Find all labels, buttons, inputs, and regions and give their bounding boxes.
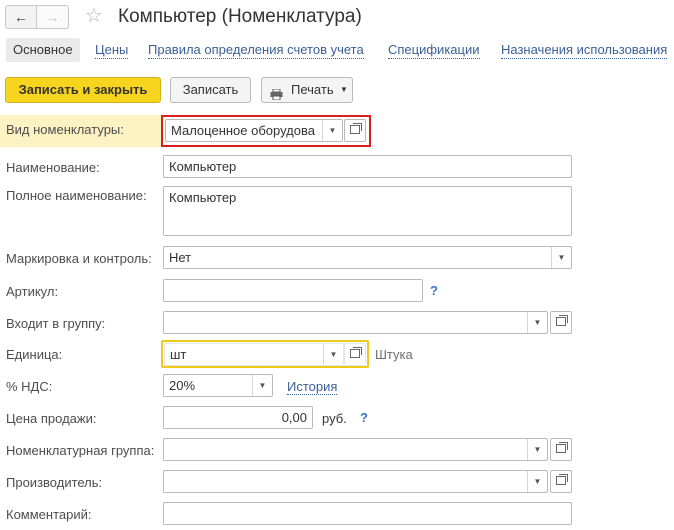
- help-question-icon[interactable]: ?: [430, 283, 438, 298]
- open-window-icon: [350, 123, 362, 134]
- print-button[interactable]: Печать ▼: [261, 77, 353, 103]
- chevron-down-icon[interactable]: ▼: [551, 247, 571, 268]
- open-window-icon: [556, 474, 568, 485]
- tab-specifications[interactable]: Спецификации: [388, 38, 480, 59]
- unit-label: Единица:: [6, 347, 63, 362]
- page-title: Компьютер (Номенклатура): [118, 6, 362, 27]
- unit-select[interactable]: шт ▼: [164, 343, 344, 366]
- unit-fullname: Штука: [375, 347, 413, 362]
- fullname-label: Полное наименование:: [6, 188, 147, 203]
- save-and-close-button[interactable]: Записать и закрыть: [5, 77, 161, 103]
- chevron-down-icon[interactable]: ▼: [527, 471, 547, 492]
- chevron-down-icon[interactable]: ▼: [323, 344, 343, 365]
- printer-icon: [270, 84, 283, 101]
- kind-label: Вид номенклатуры:: [6, 122, 124, 137]
- kind-select[interactable]: Малоценное оборудова ▼: [165, 119, 343, 142]
- arrow-right-icon: →: [45, 9, 60, 25]
- vat-label: % НДС:: [6, 379, 53, 394]
- fullname-textarea[interactable]: Компьютер: [163, 186, 572, 236]
- forward-button[interactable]: →: [37, 5, 69, 29]
- open-nomgroup-button[interactable]: [550, 438, 572, 461]
- comment-label: Комментарий:: [6, 507, 92, 522]
- marking-value: Нет: [169, 250, 192, 265]
- price-input[interactable]: 0,00: [163, 406, 313, 429]
- vat-value: 20%: [169, 378, 196, 393]
- name-input[interactable]: Компьютер: [163, 155, 572, 178]
- article-label: Артикул:: [6, 284, 59, 299]
- chevron-down-icon[interactable]: ▼: [252, 375, 272, 396]
- article-input[interactable]: [163, 279, 423, 302]
- kind-value: Малоценное оборудова: [171, 123, 315, 138]
- marking-label: Маркировка и контроль:: [6, 251, 152, 266]
- open-window-icon: [556, 315, 568, 326]
- marking-select[interactable]: Нет ▼: [163, 246, 572, 269]
- comment-input[interactable]: [163, 502, 572, 525]
- producer-label: Производитель:: [6, 475, 103, 490]
- price-currency: руб.: [322, 411, 347, 426]
- tab-usage-purposes[interactable]: Назначения использования: [501, 38, 668, 59]
- star-icon[interactable]: ☆: [85, 6, 103, 26]
- nomgroup-select[interactable]: ▼: [163, 438, 548, 461]
- chevron-down-icon[interactable]: ▼: [527, 439, 547, 460]
- tab-account-rules[interactable]: Правила определения счетов учета: [148, 38, 364, 59]
- back-button[interactable]: ←: [5, 5, 37, 29]
- tab-main[interactable]: Основное: [6, 38, 80, 62]
- chevron-down-icon: ▼: [340, 85, 348, 94]
- arrow-left-icon: ←: [14, 9, 28, 25]
- open-producer-button[interactable]: [550, 470, 572, 493]
- unit-value: шт: [170, 347, 187, 362]
- open-window-icon: [556, 442, 568, 453]
- price-label: Цена продажи:: [6, 411, 97, 426]
- print-label: Печать: [291, 82, 334, 97]
- vat-select[interactable]: 20% ▼: [163, 374, 273, 397]
- producer-select[interactable]: ▼: [163, 470, 548, 493]
- save-button[interactable]: Записать: [170, 77, 251, 103]
- nomgroup-label: Номенклатурная группа:: [6, 443, 155, 458]
- tab-prices[interactable]: Цены: [95, 38, 129, 59]
- vat-history-link[interactable]: История: [287, 379, 338, 395]
- open-window-icon: [350, 347, 362, 358]
- chevron-down-icon[interactable]: ▼: [527, 312, 547, 333]
- group-select[interactable]: ▼: [163, 311, 548, 334]
- open-unit-button[interactable]: [344, 343, 366, 366]
- group-label: Входит в группу:: [6, 316, 106, 331]
- open-kind-button[interactable]: [344, 119, 366, 142]
- help-question-icon[interactable]: ?: [360, 410, 368, 425]
- chevron-down-icon[interactable]: ▼: [322, 120, 342, 141]
- name-label: Наименование:: [6, 160, 100, 175]
- open-group-button[interactable]: [550, 311, 572, 334]
